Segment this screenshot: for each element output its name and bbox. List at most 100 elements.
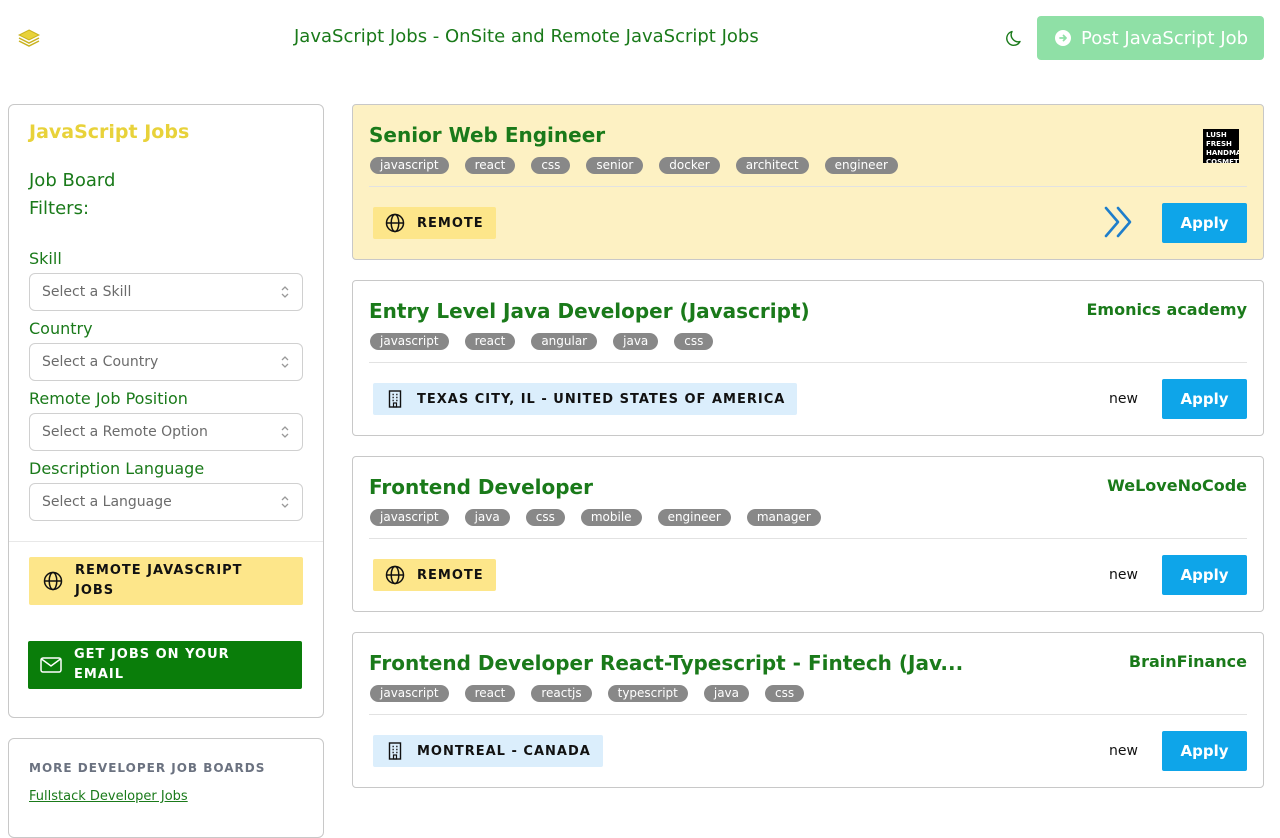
double-chevron-right-icon [1104,206,1132,238]
card-divider [369,186,1247,187]
tag-list: javascript react css senior docker archi… [370,157,898,174]
company-name[interactable]: BrainFinance [1129,652,1247,671]
site-header: JavaScript Jobs - OnSite and Remote Java… [0,0,1280,76]
tag[interactable]: manager [746,509,821,526]
location-text: TEXAS CITY, IL - UNITED STATES OF AMERIC… [417,391,786,407]
remote-option-select[interactable]: Select a Remote Option [29,413,303,451]
tag-list: javascript react reactjs typescript java… [370,685,805,702]
apply-button[interactable]: Apply [1162,203,1247,243]
skill-label: Skill [29,249,62,268]
chevron-updown-icon [281,426,289,438]
tag[interactable]: engineer [824,157,898,174]
tag[interactable]: javascript [370,509,449,526]
country-label: Country [29,319,93,338]
skill-select-value: Select a Skill [42,284,132,300]
tag[interactable]: senior [586,157,644,174]
tag[interactable]: css [765,685,805,702]
tag-list: javascript java css mobile engineer mana… [370,509,821,526]
country-select[interactable]: Select a Country [29,343,303,381]
tag[interactable]: typescript [607,685,688,702]
tag[interactable]: css [674,333,714,350]
tag[interactable]: javascript [370,333,449,350]
location-badge: REMOTE [373,207,496,239]
more-boards-link[interactable]: Fullstack Developer Jobs [29,789,188,804]
tag[interactable]: react [464,685,516,702]
apply-button[interactable]: Apply [1162,555,1247,595]
language-select[interactable]: Select a Language [29,483,303,521]
chevron-updown-icon [281,356,289,368]
job-title[interactable]: Frontend Developer [369,475,593,499]
card-divider [369,362,1247,363]
tag[interactable]: java [703,685,750,702]
remote-position-label: Remote Job Position [29,389,188,408]
building-icon [388,390,402,408]
tag[interactable]: architect [735,157,809,174]
tag[interactable]: react [464,333,516,350]
apply-button[interactable]: Apply [1162,379,1247,419]
sidebar-subtitle: Job Board Filters: [29,170,116,219]
location-badge: TEXAS CITY, IL - UNITED STATES OF AMERIC… [373,383,798,415]
skill-select[interactable]: Select a Skill [29,273,303,311]
tag[interactable]: java [613,333,659,350]
tag[interactable]: css [525,509,565,526]
tag[interactable]: css [531,157,571,174]
email-jobs-button[interactable]: GET JOBS ON YOUR EMAIL [28,641,302,689]
moon-icon[interactable] [1005,28,1025,48]
envelope-icon [40,657,62,673]
chevron-updown-icon [281,496,289,508]
card-divider [369,714,1247,715]
stack-logo-icon[interactable] [18,29,40,47]
more-boards-title: MORE DEVELOPER JOB BOARDS [29,761,266,775]
tag[interactable]: javascript [370,685,449,702]
country-select-value: Select a Country [42,354,159,370]
globe-icon [43,571,63,591]
location-badge: MONTREAL - CANADA [373,735,603,767]
tag[interactable]: docker [659,157,720,174]
card-divider [369,538,1247,539]
remote-jobs-button[interactable]: REMOTE JAVASCRIPT JOBS [29,557,303,605]
location-text: MONTREAL - CANADA [417,743,591,759]
job-card[interactable]: Senior Web Engineer LUSH FRESH HANDMADE … [352,104,1264,260]
more-boards-panel: MORE DEVELOPER JOB BOARDS Fullstack Deve… [8,738,324,838]
remote-jobs-label: REMOTE JAVASCRIPT JOBS [75,563,243,598]
company-name[interactable]: Emonics academy [1086,300,1247,319]
job-card[interactable]: Frontend Developer WeLoveNoCode javascri… [352,456,1264,612]
tag[interactable]: mobile [580,509,642,526]
site-title[interactable]: JavaScript Jobs - OnSite and Remote Java… [294,26,759,47]
filters-sidebar: JavaScript Jobs Job Board Filters: Skill… [8,104,324,718]
location-text: REMOTE [417,567,484,583]
globe-icon [385,565,405,585]
apply-button[interactable]: Apply [1162,731,1247,771]
post-job-button[interactable]: Post JavaScript Job [1037,16,1264,60]
language-label: Description Language [29,459,205,478]
location-text: REMOTE [417,215,484,231]
tag[interactable]: reactjs [531,685,592,702]
new-label: new [1109,743,1138,759]
building-icon [388,742,402,760]
tag-list: javascript react angular java css [370,333,714,350]
location-badge: REMOTE [373,559,496,591]
tag[interactable]: react [464,157,516,174]
language-select-value: Select a Language [42,494,172,510]
new-label: new [1109,391,1138,407]
arrow-circle-right-icon [1055,30,1071,46]
tag[interactable]: java [464,509,510,526]
remote-option-select-value: Select a Remote Option [42,424,208,440]
new-label: new [1109,567,1138,583]
job-title[interactable]: Senior Web Engineer [369,123,605,147]
chevron-updown-icon [281,286,289,298]
company-name[interactable]: WeLoveNoCode [1107,476,1247,495]
company-logo[interactable]: LUSH FRESH HANDMADE COSMETICS [1203,129,1239,163]
job-title[interactable]: Frontend Developer React-Typescript - Fi… [369,651,963,675]
job-title[interactable]: Entry Level Java Developer (Javascript) [369,299,810,323]
tag[interactable]: engineer [657,509,731,526]
job-card[interactable]: Entry Level Java Developer (Javascript) … [352,280,1264,436]
sidebar-title: JavaScript Jobs [29,121,190,143]
globe-icon [385,213,405,233]
sidebar-divider [9,541,323,542]
tag[interactable]: angular [531,333,598,350]
job-card[interactable]: Frontend Developer React-Typescript - Fi… [352,632,1264,788]
tag[interactable]: javascript [370,157,449,174]
post-job-label: Post JavaScript Job [1081,27,1249,49]
email-jobs-label: GET JOBS ON YOUR EMAIL [74,647,230,682]
